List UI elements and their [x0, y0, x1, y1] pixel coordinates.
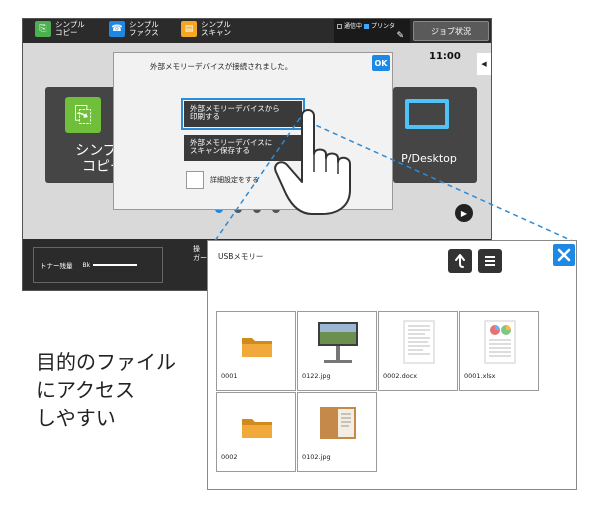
- menu-icon: [485, 256, 495, 266]
- up-arrow-icon: [455, 254, 465, 268]
- chevron-left-icon: ◀: [481, 60, 487, 68]
- next-page-button[interactable]: ▶: [455, 204, 473, 222]
- mode-simple-copy[interactable]: ⎘ シンプル コピー: [35, 21, 85, 37]
- scan-icon: ▤: [181, 21, 197, 37]
- mode-simple-scan[interactable]: ▤ シンプル スキャン: [181, 21, 231, 37]
- image-thumbnail: [318, 322, 358, 363]
- toner-bar: [93, 264, 138, 266]
- detail-label: 詳細設定をする: [210, 176, 259, 184]
- pen-icon: ✎: [396, 31, 404, 41]
- caption-line: 目的のファイル: [36, 350, 176, 374]
- mode-simple-fax[interactable]: ☎ シンプル ファクス: [109, 21, 159, 37]
- detail-checkbox[interactable]: [186, 171, 204, 189]
- usb-file-browser: USBメモリー 0001 0122.jpg 0002.docx 0001.xls…: [207, 240, 577, 490]
- file-name: 0001.xlsx: [464, 372, 496, 380]
- mode-label: ファクス: [129, 28, 159, 37]
- file-name: 0122.jpg: [302, 372, 331, 380]
- status-indicator: 通信中 プリンタ ✎: [334, 19, 410, 43]
- browser-title: USBメモリー: [218, 252, 264, 261]
- menu-button[interactable]: [478, 249, 502, 273]
- close-icon: [557, 248, 571, 262]
- document-thumbnail: [403, 320, 435, 364]
- file-name: 0001: [221, 372, 238, 380]
- file-item-folder[interactable]: 0001: [216, 311, 296, 391]
- play-icon: ▶: [460, 208, 468, 218]
- job-status-button[interactable]: ジョブ状況: [413, 21, 489, 41]
- file-name: 0102.jpg: [302, 453, 331, 461]
- copy-icon: ⎘: [35, 21, 51, 37]
- status-printer: プリンタ: [370, 23, 395, 30]
- file-item-spreadsheet[interactable]: 0001.xlsx: [459, 311, 539, 391]
- toner-level-box: トナー残量 Bk: [33, 247, 163, 283]
- file-name: 0002.docx: [383, 372, 418, 380]
- ok-button[interactable]: OK: [372, 55, 390, 71]
- toner-label: トナー残量: [40, 262, 73, 270]
- close-button[interactable]: [553, 244, 575, 266]
- fax-icon: ☎: [109, 21, 125, 37]
- tile-label: P/Desktop: [401, 152, 457, 165]
- status-square-icon: [337, 24, 342, 29]
- mode-label: コピー: [55, 28, 78, 37]
- copy-icon: ⎘: [65, 97, 101, 133]
- file-item-image[interactable]: 0102.jpg: [297, 392, 377, 472]
- file-item-document[interactable]: 0002.docx: [378, 311, 458, 391]
- spreadsheet-thumbnail: [484, 320, 516, 364]
- monitor-icon: [405, 99, 449, 129]
- side-panel-tab[interactable]: ◀: [477, 53, 491, 75]
- top-bar: ⎘ シンプル コピー ☎ シンプル ファクス ▤ シンプル スキャン 通信中 プリンタ…: [23, 19, 491, 43]
- image-thumbnail: [320, 407, 356, 439]
- caption-line: しやすい: [36, 406, 116, 430]
- folder-icon: [242, 419, 272, 438]
- file-item-image[interactable]: 0122.jpg: [297, 311, 377, 391]
- detail-settings[interactable]: 詳細設定をする: [186, 171, 259, 189]
- caption-line: にアクセス: [36, 378, 135, 402]
- parent-folder-button[interactable]: [448, 249, 472, 273]
- file-item-folder[interactable]: 0002: [216, 392, 296, 472]
- dialog-message: 外部メモリーデバイスが接続されました。: [150, 62, 293, 71]
- pointing-hand-icon: [274, 109, 351, 215]
- status-comm: 通信中: [344, 23, 363, 30]
- clock: 11:00: [429, 51, 461, 62]
- folder-icon: [242, 338, 272, 357]
- file-name: 0002: [221, 453, 238, 461]
- pc-desktop-tile[interactable]: P/Desktop: [393, 87, 477, 183]
- mode-label: スキャン: [201, 28, 231, 37]
- operation-guide-button[interactable]: 操 ガー: [193, 245, 207, 263]
- toner-color: Bk: [82, 261, 91, 269]
- caption-text: 目的のファイル にアクセス しやすい: [36, 348, 176, 432]
- status-square-icon: [363, 24, 369, 29]
